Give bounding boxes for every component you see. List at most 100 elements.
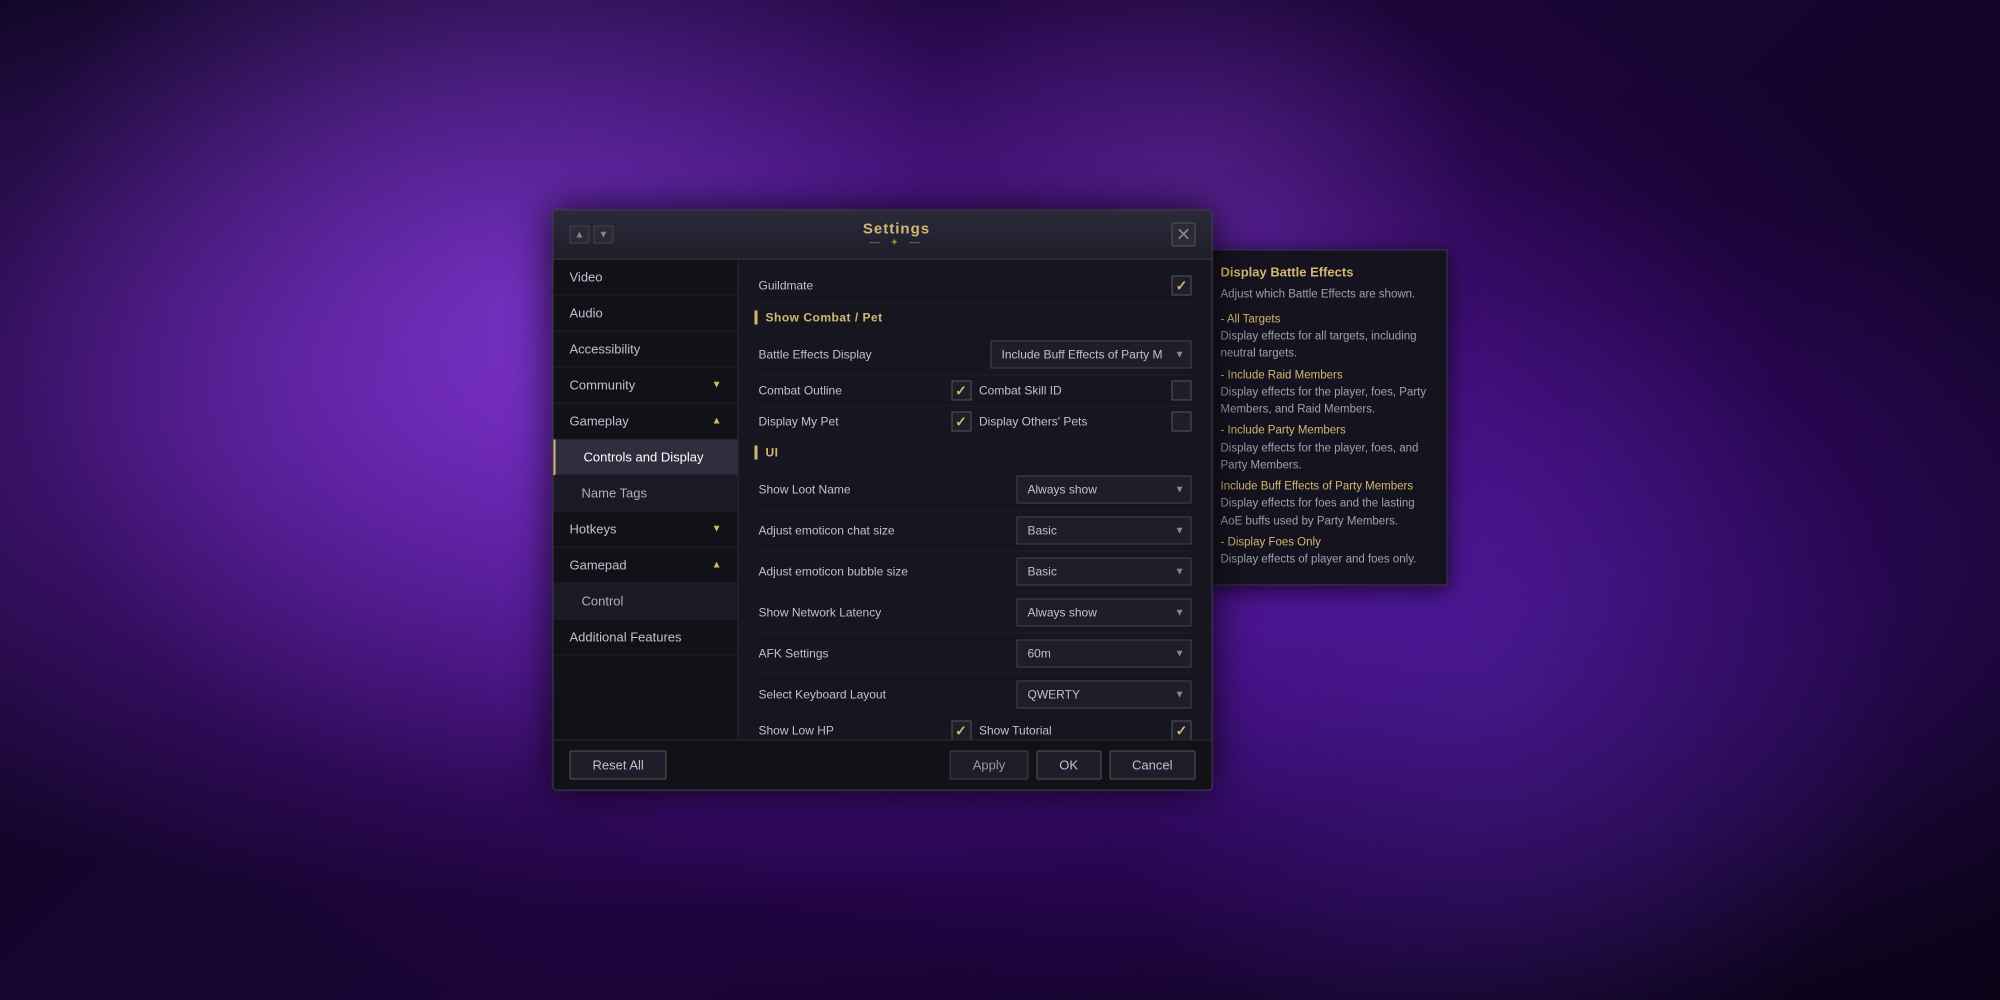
tooltip-option-raid-members-title: - Include Raid Members [1221, 367, 1435, 384]
emoticon-bubble-row: Adjust emoticon bubble size Basic ▼ [755, 552, 1196, 593]
sidebar-item-gamepad[interactable]: Gamepad ▲ [554, 548, 738, 584]
emoticon-bubble-control: Basic ▼ [1017, 558, 1192, 586]
display-my-pet-checkbox[interactable] [951, 412, 971, 432]
afk-dropdown-arrow-icon: ▼ [1175, 648, 1185, 659]
sidebar-item-hotkeys[interactable]: Hotkeys ▼ [554, 512, 738, 548]
combat-outline-label: Combat Outline [759, 384, 944, 398]
tooltip-option-party-members-title: - Include Party Members [1221, 423, 1435, 440]
settings-modal: ▲ ▼ Settings — ✦ — ✕ Video Audio Accessi… [553, 210, 1213, 791]
emoticon-chat-dropdown[interactable]: Basic ▼ [1017, 517, 1192, 545]
tooltip-option-buff-effects: Include Buff Effects of Party Members Di… [1221, 479, 1435, 531]
tooltip-option-all-targets-desc: Display effects for all targets, includi… [1221, 329, 1435, 364]
tooltip-option-buff-effects-desc: Display effects for foes and the lasting… [1221, 496, 1435, 531]
display-my-pet-cell: Display My Pet [759, 412, 972, 432]
afk-settings-dropdown[interactable]: 60m ▼ [1017, 640, 1192, 668]
afk-settings-control: 60m ▼ [1017, 640, 1192, 668]
sidebar-label-accessibility: Accessibility [570, 342, 641, 357]
sidebar-item-audio[interactable]: Audio [554, 296, 738, 332]
guildmate-checkbox[interactable] [1172, 276, 1192, 296]
battle-effects-label: Battle Effects Display [759, 348, 991, 362]
tooltip-option-foes-only-desc: Display effects of player and foes only. [1221, 552, 1435, 569]
modal-header: ▲ ▼ Settings — ✦ — ✕ [554, 211, 1212, 260]
header-scroll-down-btn[interactable]: ▼ [594, 226, 614, 244]
show-loot-name-value: Always show [1028, 483, 1097, 497]
sidebar-label-gamepad: Gamepad [570, 558, 627, 573]
emoticon-chat-dropdown-arrow-icon: ▼ [1175, 525, 1185, 536]
modal-body: Video Audio Accessibility Community ▼ Ga… [554, 260, 1212, 740]
sidebar-item-controls-and-display[interactable]: Controls and Display [554, 440, 738, 476]
tooltip-option-all-targets: - All Targets Display effects for all ta… [1221, 311, 1435, 363]
sidebar-item-control[interactable]: Control [554, 584, 738, 620]
emoticon-chat-control: Basic ▼ [1017, 517, 1192, 545]
emoticon-bubble-dropdown[interactable]: Basic ▼ [1017, 558, 1192, 586]
sidebar-label-control: Control [582, 594, 624, 609]
sidebar-item-gameplay[interactable]: Gameplay ▲ [554, 404, 738, 440]
show-tutorial-label: Show Tutorial [979, 724, 1164, 738]
keyboard-layout-dropdown[interactable]: QWERTY ▼ [1017, 681, 1192, 709]
combat-skill-id-checkbox[interactable] [1172, 381, 1192, 401]
modal-title-container: Settings — ✦ — [622, 221, 1172, 249]
sidebar-label-controls-and-display: Controls and Display [584, 450, 704, 465]
community-chevron-icon: ▼ [712, 380, 722, 391]
tooltip-option-foes-only-title: - Display Foes Only [1221, 534, 1435, 551]
show-tutorial-checkbox[interactable] [1172, 721, 1192, 740]
keyboard-layout-value: QWERTY [1028, 688, 1080, 702]
header-mini-buttons: ▲ ▼ [570, 226, 614, 244]
cancel-button[interactable]: Cancel [1109, 751, 1195, 780]
sidebar-item-accessibility[interactable]: Accessibility [554, 332, 738, 368]
ui-section: UI Show Loot Name Always show ▼ [755, 446, 1196, 740]
network-latency-value: Always show [1028, 606, 1097, 620]
sidebar-item-name-tags[interactable]: Name Tags [554, 476, 738, 512]
modal-title-decoration: — ✦ — [870, 238, 924, 249]
section-ui-header: UI [755, 446, 1196, 460]
keyboard-layout-control: QWERTY ▼ [1017, 681, 1192, 709]
display-others-pets-checkbox[interactable] [1172, 412, 1192, 432]
sidebar-item-additional-features[interactable]: Additional Features [554, 620, 738, 656]
guildmate-row: Guildmate [755, 270, 1196, 303]
show-loot-name-dropdown[interactable]: Always show ▼ [1017, 476, 1192, 504]
tooltip-option-raid-members: - Include Raid Members Display effects f… [1221, 367, 1435, 419]
afk-settings-label: AFK Settings [759, 647, 1017, 661]
tooltip-option-foes-only: - Display Foes Only Display effects of p… [1221, 534, 1435, 569]
display-pets-row: Display My Pet Display Others' Pets [755, 407, 1196, 438]
keyboard-layout-label: Select Keyboard Layout [759, 688, 1017, 702]
close-button[interactable]: ✕ [1172, 223, 1196, 247]
network-latency-control: Always show ▼ [1017, 599, 1192, 627]
display-my-pet-label: Display My Pet [759, 415, 944, 429]
network-latency-label: Show Network Latency [759, 606, 1017, 620]
ok-button[interactable]: OK [1036, 751, 1101, 780]
combat-skill-id-cell: Combat Skill ID [979, 381, 1192, 401]
battle-effects-value: Include Buff Effects of Party M [1002, 348, 1163, 362]
network-latency-dropdown[interactable]: Always show ▼ [1017, 599, 1192, 627]
emoticon-bubble-dropdown-arrow-icon: ▼ [1175, 566, 1185, 577]
emoticon-chat-row: Adjust emoticon chat size Basic ▼ [755, 511, 1196, 552]
show-loot-name-control: Always show ▼ [1017, 476, 1192, 504]
network-latency-row: Show Network Latency Always show ▼ [755, 593, 1196, 634]
show-loot-name-row: Show Loot Name Always show ▼ [755, 470, 1196, 511]
tooltip-option-all-targets-title: - All Targets [1221, 311, 1435, 328]
gamepad-chevron-icon: ▲ [712, 560, 722, 571]
sidebar-item-community[interactable]: Community ▼ [554, 368, 738, 404]
display-others-pets-cell: Display Others' Pets [979, 412, 1192, 432]
modal-footer: Reset All Apply OK Cancel [554, 740, 1212, 790]
combat-outline-checkbox[interactable] [951, 381, 971, 401]
reset-all-button[interactable]: Reset All [570, 751, 667, 780]
show-low-hp-label: Show Low HP [759, 724, 944, 738]
battle-effects-dropdown[interactable]: Include Buff Effects of Party M ▼ [991, 341, 1192, 369]
apply-button[interactable]: Apply [950, 751, 1029, 780]
emoticon-bubble-label: Adjust emoticon bubble size [759, 565, 1017, 579]
emoticon-chat-label: Adjust emoticon chat size [759, 524, 1017, 538]
sidebar-label-hotkeys: Hotkeys [570, 522, 617, 537]
network-latency-dropdown-arrow-icon: ▼ [1175, 607, 1185, 618]
tooltip-option-raid-members-desc: Display effects for the player, foes, Pa… [1221, 384, 1435, 419]
show-loot-name-label: Show Loot Name [759, 483, 1017, 497]
emoticon-chat-value: Basic [1028, 524, 1057, 538]
sidebar-label-additional-features: Additional Features [570, 630, 682, 645]
tooltip-option-buff-effects-title: Include Buff Effects of Party Members [1221, 479, 1435, 496]
afk-settings-value: 60m [1028, 647, 1051, 661]
sidebar: Video Audio Accessibility Community ▼ Ga… [554, 260, 739, 740]
sidebar-item-video[interactable]: Video [554, 260, 738, 296]
show-tutorial-cell: Show Tutorial [979, 721, 1192, 740]
show-low-hp-checkbox[interactable] [951, 721, 971, 740]
header-scroll-up-btn[interactable]: ▲ [570, 226, 590, 244]
